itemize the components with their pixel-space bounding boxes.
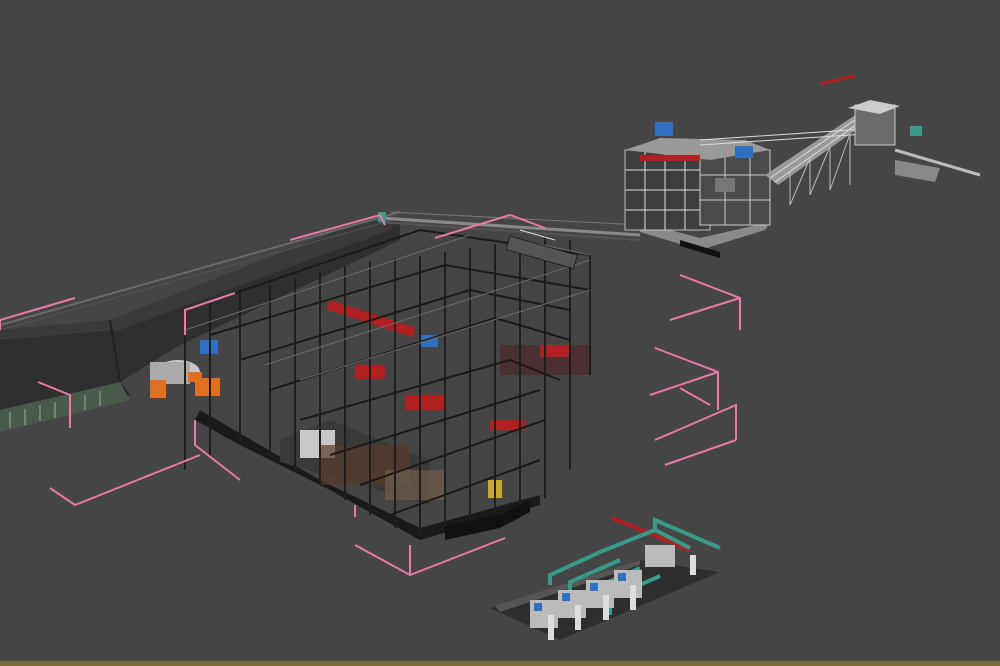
viewport-bottom-border <box>0 661 1000 666</box>
overhead-crane-rail[interactable] <box>326 300 416 338</box>
scene-canvas[interactable] <box>0 0 1000 666</box>
long-conveyor-shed[interactable] <box>0 211 401 432</box>
3d-perspective-viewport[interactable] <box>0 0 1000 666</box>
crusher-tower[interactable] <box>624 74 981 258</box>
pump-station[interactable] <box>490 516 721 640</box>
mill-building-wireframe[interactable] <box>150 228 591 540</box>
